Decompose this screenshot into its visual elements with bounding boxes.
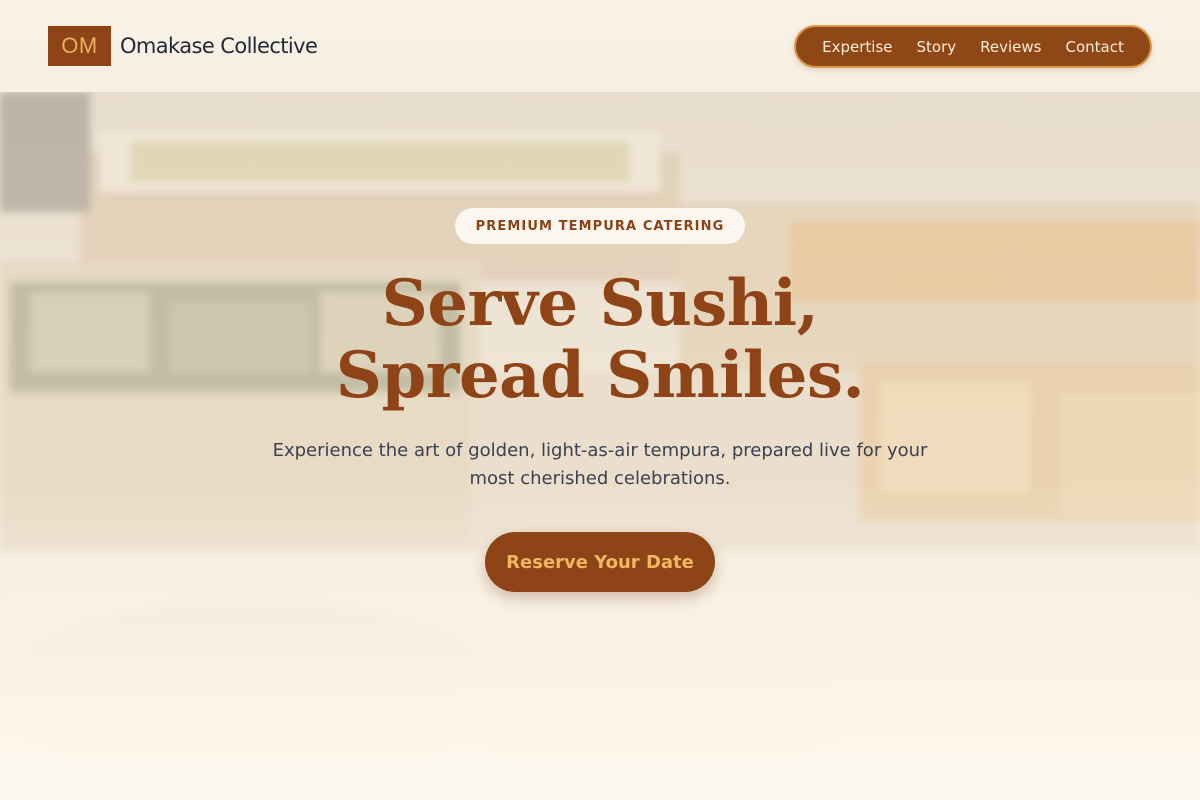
main-nav: Expertise Story Reviews Contact bbox=[794, 25, 1152, 68]
hero-headline: Serve Sushi, Spread Smiles. bbox=[250, 268, 950, 412]
nav-link-reviews[interactable]: Reviews bbox=[980, 38, 1041, 56]
headline-line-2: Spread Smiles. bbox=[335, 338, 865, 413]
nav-link-contact[interactable]: Contact bbox=[1065, 38, 1123, 56]
site-header: OM Omakase Collective Expertise Story Re… bbox=[0, 0, 1200, 92]
reserve-date-button[interactable]: Reserve Your Date bbox=[485, 532, 715, 592]
hero-subtext: Experience the art of golden, light-as-a… bbox=[272, 440, 928, 489]
brand-name[interactable]: Omakase Collective bbox=[120, 34, 318, 58]
nav-link-expertise[interactable]: Expertise bbox=[822, 38, 892, 56]
brand[interactable]: OM Omakase Collective bbox=[48, 26, 318, 66]
headline-line-1: Serve Sushi, bbox=[381, 266, 819, 341]
brand-logo[interactable]: OM bbox=[48, 26, 111, 66]
nav-link-story[interactable]: Story bbox=[917, 38, 957, 56]
hero-badge: PREMIUM TEMPURA CATERING bbox=[455, 208, 745, 244]
